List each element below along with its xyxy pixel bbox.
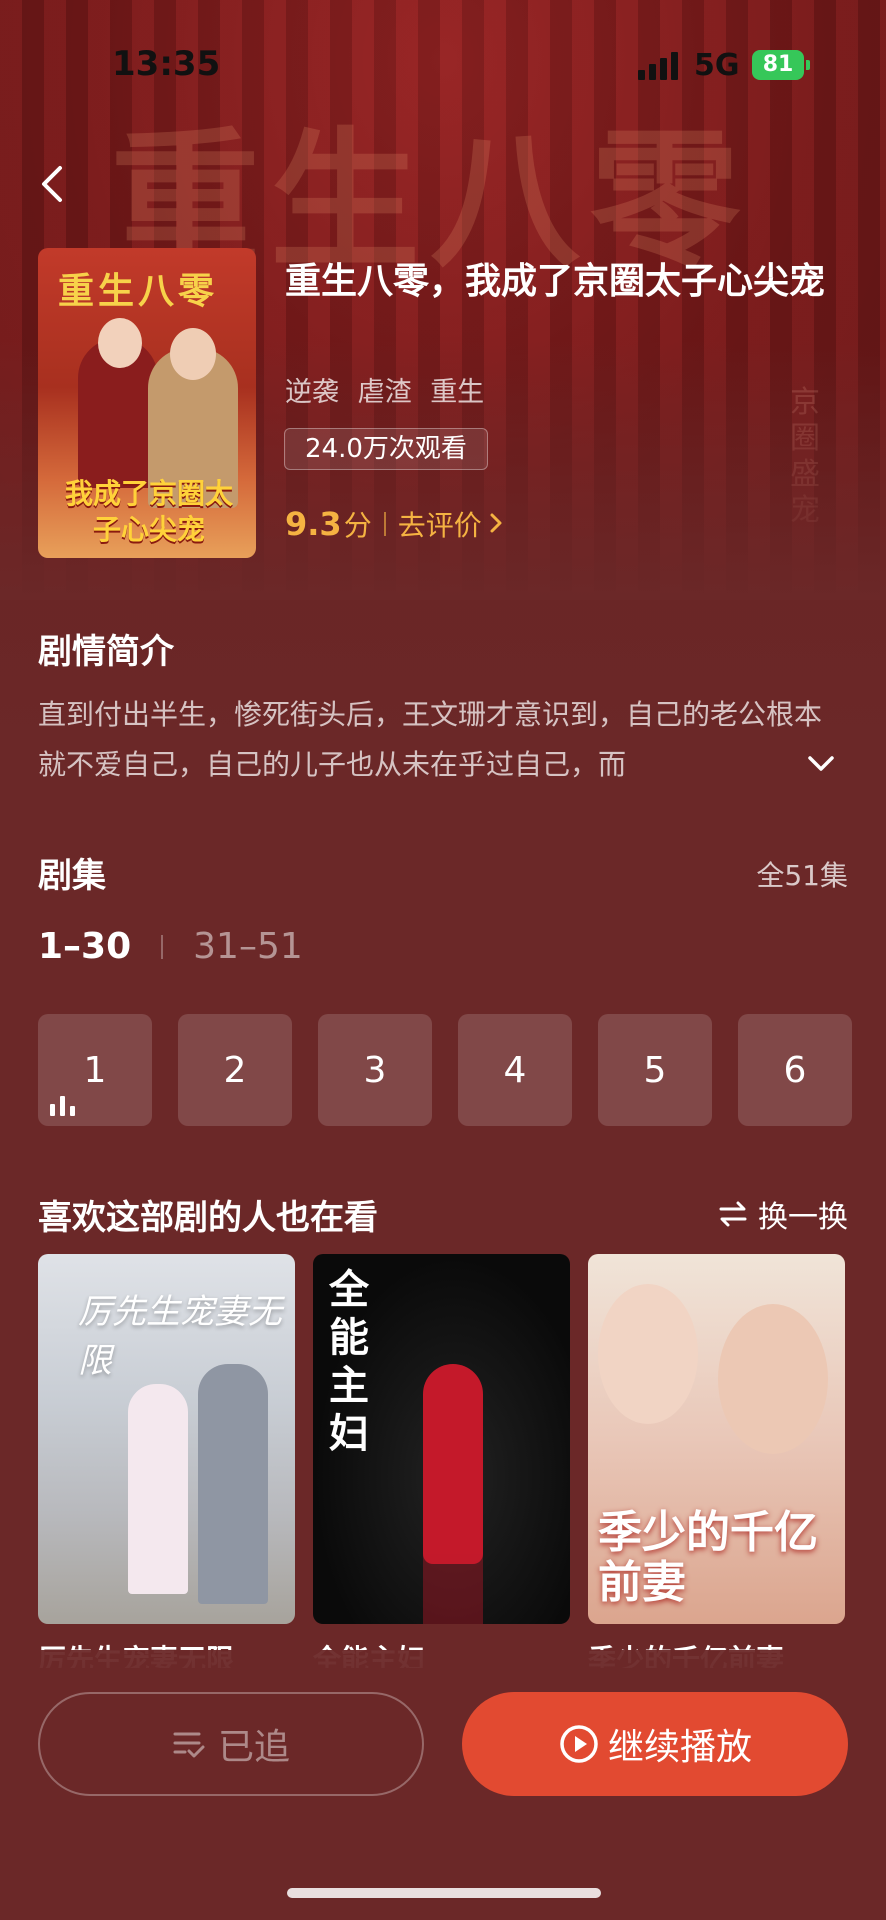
tab-range-31-51[interactable]: 31–51 xyxy=(193,926,303,967)
episode-number: 4 xyxy=(503,1049,527,1091)
recommendation-cover: 季少的千亿前妻 xyxy=(588,1254,845,1624)
episode-button[interactable]: 6 xyxy=(738,1014,852,1126)
episode-button[interactable]: 3 xyxy=(318,1014,432,1126)
range-divider xyxy=(161,934,164,959)
refresh-button[interactable]: 换一换 xyxy=(718,1192,848,1236)
tab-range-1-30[interactable]: 1–30 xyxy=(38,926,131,967)
recommendation-card[interactable]: 季少的千亿前妻 季少的千亿前妻 xyxy=(588,1254,845,1668)
rating-score: 9.3 xyxy=(285,505,342,543)
rate-link[interactable]: 去评价 xyxy=(398,504,482,544)
recommendation-card[interactable]: 厉先生宠妻无限 厉先生宠妻无限 xyxy=(38,1254,295,1668)
synopsis-title: 剧情简介 xyxy=(38,632,174,672)
recommendation-list: 厉先生宠妻无限 厉先生宠妻无限 全能主妇 全能主妇 季少的千亿前妻 季少的千亿前… xyxy=(38,1254,845,1668)
rating-divider xyxy=(383,512,386,536)
episode-button[interactable]: 1 xyxy=(38,1014,152,1126)
chevron-down-icon[interactable] xyxy=(806,752,836,776)
play-circle-icon xyxy=(560,1725,598,1763)
recommendation-card[interactable]: 全能主妇 全能主妇 xyxy=(313,1254,570,1668)
signal-icon xyxy=(638,52,680,80)
cover-text: 全能主妇 xyxy=(329,1266,369,1457)
episode-number: 6 xyxy=(783,1049,807,1091)
show-title: 重生八零，我成了京圈太子心尖宠 xyxy=(285,261,826,302)
chevron-left-icon xyxy=(42,166,62,202)
playing-bars-icon xyxy=(50,1096,75,1116)
hero-bg-subtitle: 京圈盛宠 xyxy=(790,385,820,528)
episodes-total: 全51集 xyxy=(756,859,848,892)
status-bar: 13:35 5G 81 xyxy=(0,0,886,130)
episode-button[interactable]: 4 xyxy=(458,1014,572,1126)
list-check-icon xyxy=(173,1732,205,1758)
rating-unit: 分 xyxy=(343,509,372,542)
synopsis-text: 直到付出半生，惨死街头后，王文珊才意识到，自己的老公根本就不爱自己，自己的儿子也… xyxy=(38,698,823,781)
battery-icon: 81 xyxy=(752,50,810,80)
status-time: 13:35 xyxy=(112,44,221,84)
recommendations-title: 喜欢这部剧的人也在看 xyxy=(38,1198,378,1238)
recommendation-cover: 厉先生宠妻无限 xyxy=(38,1254,295,1624)
home-indicator[interactable] xyxy=(287,1888,601,1898)
episode-number: 5 xyxy=(643,1049,667,1091)
episode-number: 1 xyxy=(83,1049,107,1091)
page: 重生八零 京圈盛宠 13:35 5G 81 重生八零 我成了京圈太子心尖宠 重生… xyxy=(0,0,886,1920)
episode-number: 2 xyxy=(223,1049,247,1091)
back-button[interactable] xyxy=(30,160,78,208)
swap-icon xyxy=(719,1201,747,1227)
recommendation-cover: 全能主妇 xyxy=(313,1254,570,1624)
episode-button[interactable]: 2 xyxy=(178,1014,292,1126)
network-label: 5G xyxy=(694,48,740,83)
cover-text: 厉先生宠妻无限 xyxy=(78,1292,282,1381)
tag: 虐渣 xyxy=(357,377,412,408)
episodes-title: 剧集 xyxy=(38,856,106,896)
show-tags: 逆袭 虐渣 重生 xyxy=(285,370,494,409)
poster-caption: 我成了京圈太子心尖宠 xyxy=(64,477,233,546)
episode-number: 3 xyxy=(363,1049,387,1091)
poster-title: 重生八零 xyxy=(58,270,219,312)
cover-text: 季少的千亿前妻 xyxy=(598,1507,818,1608)
episode-range-tabs: 1–30 31–51 xyxy=(38,926,303,967)
episode-grid: 1 2 3 4 5 6 xyxy=(38,1014,852,1126)
tag: 重生 xyxy=(430,377,485,408)
follow-button[interactable]: 已追 xyxy=(38,1692,424,1796)
refresh-label: 换一换 xyxy=(758,1200,848,1235)
view-count-badge: 24.0万次观看 xyxy=(284,428,488,470)
rating-row: 9.3 分 去评价 xyxy=(285,504,504,544)
play-label: 继续播放 xyxy=(607,1727,752,1768)
chevron-right-icon[interactable] xyxy=(488,511,504,535)
follow-label: 已追 xyxy=(217,1727,290,1768)
show-poster: 重生八零 我成了京圈太子心尖宠 xyxy=(38,248,256,558)
episode-button[interactable]: 5 xyxy=(598,1014,712,1126)
tag: 逆袭 xyxy=(285,377,339,408)
continue-play-button[interactable]: 继续播放 xyxy=(462,1692,848,1796)
